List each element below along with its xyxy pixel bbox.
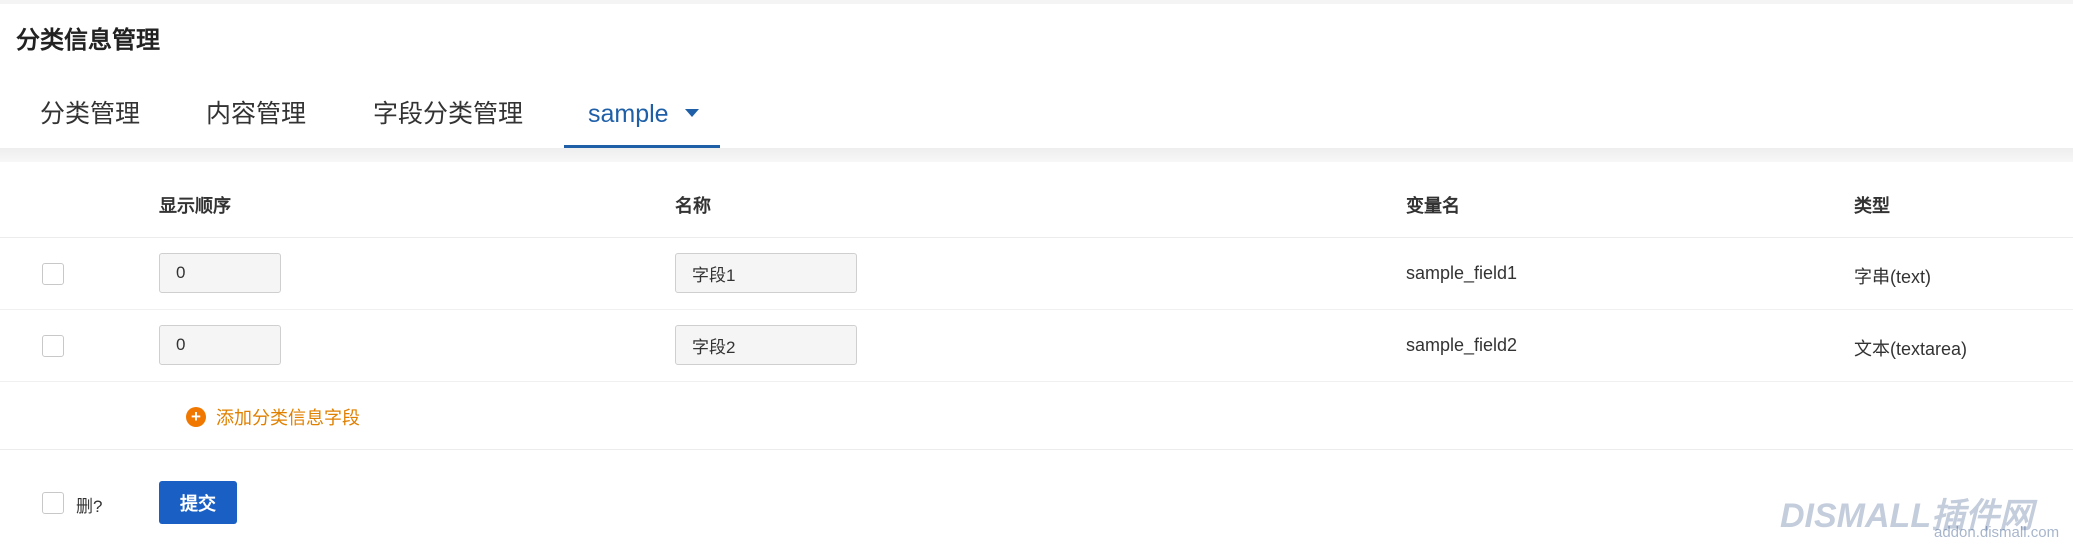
tab-label: 分类管理	[40, 100, 141, 128]
form-footer: 删? 提交	[0, 470, 2073, 530]
order-input[interactable]	[159, 253, 281, 293]
tab-category-management[interactable]: 分类管理	[40, 88, 140, 148]
add-field-label: 添加分类信息字段	[216, 408, 360, 428]
table-header: 显示顺序 名称 变量名 类型	[0, 162, 2073, 238]
tab-bar-divider	[0, 148, 2073, 162]
header-variable: 变量名	[1406, 196, 1460, 216]
name-input[interactable]	[675, 325, 857, 365]
field-type: 文本(textarea)	[1854, 339, 1968, 359]
tab-label: 字段分类管理	[373, 100, 524, 128]
header-name: 名称	[675, 196, 711, 216]
delete-label: 删?	[76, 497, 103, 516]
order-input[interactable]	[159, 325, 281, 365]
name-input[interactable]	[675, 253, 857, 293]
add-field-link[interactable]: + 添加分类信息字段	[186, 404, 360, 430]
watermark-url: addon.dismall.com	[1934, 524, 2060, 541]
watermark: DISMALL插件网 addon.dismall.com	[1780, 488, 2070, 548]
variable-name: sample_field2	[1406, 335, 1518, 355]
tab-content-management[interactable]: 内容管理	[206, 88, 306, 148]
caret-down-icon[interactable]	[684, 109, 699, 118]
delete-checkbox[interactable]	[42, 492, 64, 514]
plus-circle-icon: +	[186, 407, 206, 427]
table-row: sample_field2 文本(textarea)	[0, 310, 2073, 382]
tab-sample[interactable]: sample	[564, 88, 720, 148]
top-strip	[0, 0, 2073, 4]
tab-label: sample	[588, 100, 669, 128]
tab-bar: 分类管理 内容管理 字段分类管理 sample	[0, 88, 2073, 148]
row-checkbox[interactable]	[42, 335, 64, 357]
row-checkbox[interactable]	[42, 263, 64, 285]
tab-field-category-management[interactable]: 字段分类管理	[373, 88, 523, 148]
tab-label: 内容管理	[206, 100, 307, 128]
add-field-row: + 添加分类信息字段	[0, 382, 2073, 450]
field-table: 显示顺序 名称 变量名 类型 sample_field1 字串(text) sa…	[0, 162, 2073, 450]
variable-name: sample_field1	[1406, 263, 1518, 283]
submit-button[interactable]: 提交	[159, 481, 237, 524]
table-row: sample_field1 字串(text)	[0, 238, 2073, 310]
header-type: 类型	[1854, 196, 1890, 216]
field-type: 字串(text)	[1854, 267, 1932, 287]
header-order: 显示顺序	[159, 196, 231, 216]
page-title: 分类信息管理	[16, 27, 160, 54]
